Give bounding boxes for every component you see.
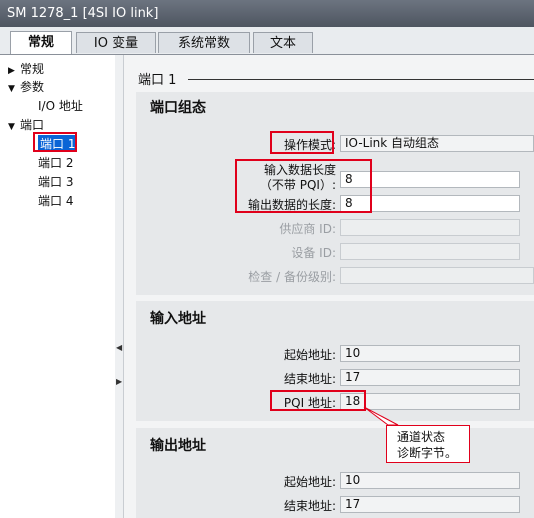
tree-item-port-3[interactable]: 端口 3 xyxy=(38,173,73,190)
tab-texts[interactable]: 文本 xyxy=(253,32,313,53)
expanded-arrow-icon[interactable]: ▼ xyxy=(8,84,20,94)
callout-note: 通道状态 诊断字节。 xyxy=(386,425,470,463)
backup-level-field xyxy=(340,267,534,284)
end-address-label: 结束地址: xyxy=(283,499,336,513)
output-start-address-field[interactable]: 10 xyxy=(340,472,520,489)
output-address-section: 输出地址 起始地址: 10 结束地址: 17 xyxy=(136,428,534,518)
heading-rule xyxy=(188,79,534,80)
collapsed-arrow-icon[interactable]: ▶ xyxy=(8,66,20,76)
section-title: 输入地址 xyxy=(150,311,206,327)
tree-item-io-address[interactable]: I/O 地址 xyxy=(38,97,83,114)
collapse-left-icon[interactable]: ◀ xyxy=(116,343,122,353)
device-id-field xyxy=(340,243,520,260)
expand-right-icon[interactable]: ▶ xyxy=(116,377,122,387)
callout-line-1: 通道状态 xyxy=(397,430,446,444)
splitter[interactable]: ◀ ▶ xyxy=(115,55,124,518)
tab-bar: 常规 IO 变量 系统常数 文本 xyxy=(0,27,534,55)
expanded-arrow-icon[interactable]: ▼ xyxy=(8,122,20,132)
section-title: 端口组态 xyxy=(150,100,206,116)
tree-item-port-1[interactable]: 端口 1 xyxy=(38,135,78,152)
output-end-address-field[interactable]: 17 xyxy=(340,496,520,513)
backup-level-label: 检查 / 备份级别: xyxy=(248,270,336,284)
window-title: SM 1278_1 [4SI IO link] xyxy=(0,0,534,27)
input-start-address-field[interactable]: 10 xyxy=(340,345,520,362)
input-end-address-field[interactable]: 17 xyxy=(340,369,520,386)
input-address-section: 输入地址 起始地址: 10 结束地址: 17 PQI 地址: 18 xyxy=(136,301,534,421)
pqi-address-label: PQI 地址: xyxy=(283,396,336,410)
section-title: 输出地址 xyxy=(150,438,206,454)
tab-system-constants[interactable]: 系统常数 xyxy=(158,32,250,53)
tree-item-params[interactable]: ▼ 参数 xyxy=(8,78,44,95)
vendor-id-label: 供应商 ID: xyxy=(279,222,336,236)
port-config-section: 端口组态 操作模式: IO-Link 自动组态 输入数据长度 （不带 PQI）:… xyxy=(136,92,534,295)
tree-item-port-2[interactable]: 端口 2 xyxy=(38,154,73,171)
op-mode-field[interactable]: IO-Link 自动组态 xyxy=(340,135,534,152)
input-length-field[interactable]: 8 xyxy=(340,171,520,188)
op-mode-label: 操作模式: xyxy=(283,138,336,152)
callout-line-2: 诊断字节。 xyxy=(397,446,458,460)
tab-io-tags[interactable]: IO 变量 xyxy=(76,32,156,53)
properties-panel: 端口 1 端口组态 操作模式: IO-Link 自动组态 输入数据长度 （不带 … xyxy=(124,55,534,518)
tree-item-port[interactable]: ▼ 端口 xyxy=(8,116,44,133)
page-title: 端口 1 xyxy=(138,73,177,88)
vendor-id-field xyxy=(340,219,520,236)
output-length-label: 输出数据的长度: xyxy=(247,198,336,212)
navigation-tree: ▶ 常规 ▼ 参数 I/O 地址 ▼ 端口 端口 1 端口 2 端口 3 端口 4 xyxy=(0,55,116,518)
start-address-label: 起始地址: xyxy=(283,348,336,362)
start-address-label: 起始地址: xyxy=(283,475,336,489)
output-length-field[interactable]: 8 xyxy=(340,195,520,212)
input-length-label-line2: （不带 PQI）: xyxy=(259,178,336,192)
device-id-label: 设备 ID: xyxy=(291,246,336,260)
tab-general[interactable]: 常规 xyxy=(10,31,72,54)
tree-item-general[interactable]: ▶ 常规 xyxy=(8,60,44,77)
tree-item-port-4[interactable]: 端口 4 xyxy=(38,192,73,209)
end-address-label: 结束地址: xyxy=(283,372,336,386)
